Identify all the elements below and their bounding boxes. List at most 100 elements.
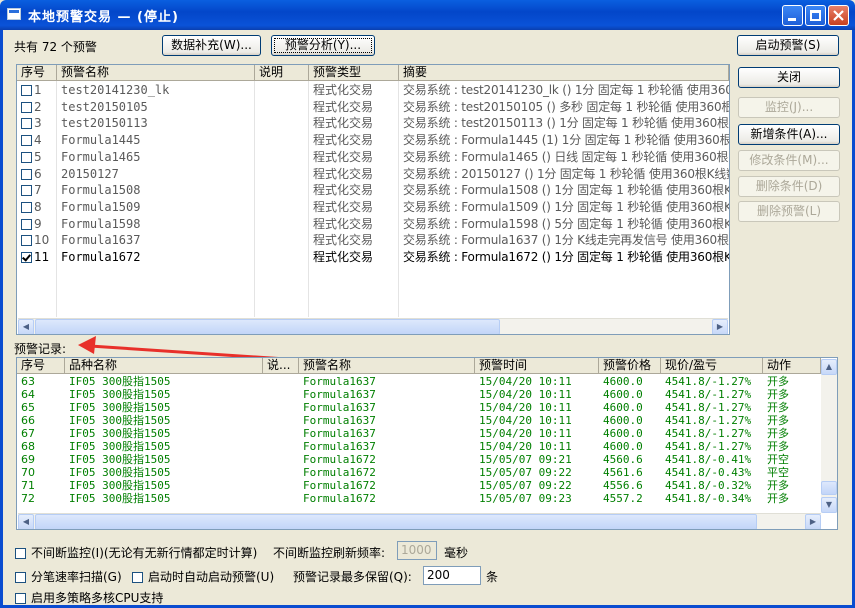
record-row[interactable]: 71 IF05 300股指1505 Formula1672 15/05/07 09:2… <box>17 479 820 492</box>
cell-desc <box>255 182 309 199</box>
row-checkbox[interactable] <box>21 185 32 197</box>
cell-name: test20141230_lk <box>61 83 170 97</box>
record-row[interactable]: 68 IF05 300股指1505 Formula1637 15/04/20 10:1… <box>17 440 820 453</box>
record-row[interactable]: 65 IF05 300股指1505 Formula1637 15/04/20 10:1… <box>17 401 820 414</box>
rec-header-id[interactable]: 序号 <box>17 358 65 374</box>
record-row[interactable]: 63 IF05 300股指1505 Formula1637 15/04/20 10:1… <box>17 375 820 388</box>
monitor-button[interactable]: 监控(J)... <box>738 97 840 118</box>
scroll-left-icon[interactable]: ◀ <box>18 319 34 334</box>
row-checkbox[interactable] <box>21 218 32 230</box>
record-cell-price: 4600.0 <box>603 426 643 440</box>
record-row[interactable]: 64 IF05 300股指1505 Formula1637 15/04/20 10:1… <box>17 388 820 401</box>
alerts-table[interactable]: 序号 预警名称 说明 预警类型 摘要 1 test20141230_lk 程式化交易… <box>16 64 730 335</box>
row-checkbox[interactable] <box>21 252 32 263</box>
multi-cpu-checkbox[interactable]: 启用多策略多核CPU支持 <box>15 589 163 606</box>
record-cell-action: 开多 <box>767 439 789 453</box>
record-cell-price: 4600.0 <box>603 375 643 388</box>
row-checkbox[interactable] <box>21 118 32 130</box>
cell-type: 程式化交易 <box>313 216 374 231</box>
data-supplement-button[interactable]: 数据补充(W)... <box>162 35 261 56</box>
delete-alert-button[interactable]: 删除预警(L) <box>738 201 840 222</box>
col-header-id[interactable]: 序号 <box>17 65 57 81</box>
scroll-thumb[interactable] <box>35 514 757 529</box>
col-header-desc[interactable]: 说明 <box>255 65 309 81</box>
record-cell-name: Formula1637 <box>303 387 376 401</box>
record-cell-product: IF05 300股指1505 <box>69 387 171 401</box>
rec-header-product[interactable]: 品种名称 <box>65 358 263 374</box>
col-header-summary[interactable]: 摘要 <box>399 65 729 81</box>
row-checkbox[interactable] <box>21 85 32 96</box>
table-row[interactable]: 9 Formula1598 程式化交易 交易系统 : Formula1598 () 5… <box>17 216 729 233</box>
table-row[interactable]: 4 Formula1445 程式化交易 交易系统 : Formula1445 (1) … <box>17 132 729 149</box>
table-row[interactable]: 5 Formula1465 程式化交易 交易系统 : Formula1465 () 日… <box>17 149 729 166</box>
row-checkbox[interactable] <box>21 101 32 113</box>
refresh-rate-input[interactable]: 1000 <box>397 541 437 560</box>
rec-header-name[interactable]: 预警名称 <box>299 358 475 374</box>
record-cell-name: Formula1672 <box>303 452 376 466</box>
scroll-right-icon[interactable]: ▶ <box>805 514 821 529</box>
table-row[interactable]: 2 test20150105 程式化交易 交易系统 : test20150105 ()… <box>17 99 729 116</box>
record-row[interactable]: 66 IF05 300股指1505 Formula1637 15/04/20 10:1… <box>17 414 820 427</box>
edit-condition-button[interactable]: 修改条件(M)... <box>738 150 840 171</box>
close-window-button[interactable] <box>828 5 849 26</box>
scroll-up-icon[interactable]: ▲ <box>821 359 837 375</box>
record-row[interactable]: 72 IF05 300股指1505 Formula1672 15/05/07 09:2… <box>17 492 820 505</box>
record-row[interactable]: 70 IF05 300股指1505 Formula1672 15/05/07 09:2… <box>17 466 820 479</box>
table-row[interactable]: 11 Formula1672 程式化交易 交易系统 : Formula1672 () … <box>17 249 729 266</box>
cell-type: 程式化交易 <box>313 250 374 264</box>
rec-header-action[interactable]: 动作 <box>763 358 821 374</box>
row-checkbox[interactable] <box>21 151 32 163</box>
col-header-name[interactable]: 预警名称 <box>57 65 255 81</box>
record-cell-name: Formula1637 <box>303 439 376 453</box>
rec-header-pnl[interactable]: 现价/盈亏 <box>661 358 763 374</box>
auto-start-checkbox[interactable]: 启动时自动启动预警(U) <box>132 568 274 585</box>
record-cell-pnl: 4541.8/-1.27% <box>665 413 752 427</box>
row-checkbox[interactable] <box>21 235 32 247</box>
table-row[interactable]: 10 Formula1637 程式化交易 交易系统 : Formula1637 () … <box>17 232 729 249</box>
checkbox-box[interactable] <box>15 572 26 583</box>
checkbox-box[interactable] <box>15 548 26 559</box>
record-row[interactable]: 69 IF05 300股指1505 Formula1672 15/05/07 09:2… <box>17 453 820 466</box>
table-row[interactable]: 7 Formula1508 程式化交易 交易系统 : Formula1508 () 1… <box>17 182 729 199</box>
table-row[interactable]: 1 test20141230_lk 程式化交易 交易系统 : test20141230… <box>17 82 729 99</box>
rec-header-desc[interactable]: 说... <box>263 358 299 374</box>
table-row[interactable]: 6 20150127 程式化交易 交易系统 : 20150127 () 1分 固定每 … <box>17 166 729 183</box>
cell-id: 2 <box>17 99 57 116</box>
alert-analysis-button[interactable]: 预警分析(Y)... <box>271 35 375 56</box>
col-header-type[interactable]: 预警类型 <box>309 65 399 81</box>
scroll-right-icon[interactable]: ▶ <box>712 319 728 334</box>
record-cell-price: 4600.0 <box>603 439 643 453</box>
scroll-down-icon[interactable]: ▼ <box>821 497 837 513</box>
delete-condition-button[interactable]: 删除条件(D) <box>738 176 840 197</box>
table-row[interactable]: 3 test20150113 程式化交易 交易系统 : test20150113 ()… <box>17 115 729 132</box>
rec-header-time[interactable]: 预警时间 <box>475 358 599 374</box>
title-bar[interactable]: 本地预警交易 — (停止) <box>0 0 855 30</box>
rec-header-price[interactable]: 预警价格 <box>599 358 661 374</box>
row-checkbox[interactable] <box>21 201 32 213</box>
maximize-button[interactable] <box>805 5 826 26</box>
scroll-thumb[interactable] <box>821 481 837 495</box>
checkbox-box[interactable] <box>15 593 26 604</box>
scroll-left-icon[interactable]: ◀ <box>18 514 34 529</box>
record-cell-id: 69 <box>21 452 35 466</box>
tick-scan-checkbox[interactable]: 分笔速率扫描(G) <box>15 568 122 585</box>
record-cell-time: 15/04/20 10:11 <box>479 375 572 388</box>
max-keep-input[interactable]: 200 <box>423 566 481 585</box>
record-cell-pnl: 4541.8/-0.43% <box>665 465 752 479</box>
add-condition-button[interactable]: 新增条件(A)... <box>738 124 840 145</box>
minimize-button[interactable] <box>782 5 803 26</box>
close-button[interactable]: 关闭 <box>738 67 840 88</box>
row-id: 1 <box>34 83 42 97</box>
checkbox-box[interactable] <box>132 572 143 583</box>
row-checkbox[interactable] <box>21 135 32 147</box>
records-vscrollbar[interactable]: ▲ ▼ <box>821 359 837 513</box>
row-checkbox[interactable] <box>21 168 32 180</box>
continuous-monitor-checkbox[interactable]: 不间断监控(I)(无论有无新行情都定时计算) <box>15 544 257 561</box>
records-table[interactable]: 序号 品种名称 说... 预警名称 预警时间 预警价格 现价/盈亏 动作 63 I… <box>16 357 838 530</box>
table-row[interactable]: 8 Formula1509 程式化交易 交易系统 : Formula1509 () 1… <box>17 199 729 216</box>
record-cell-desc <box>263 401 299 414</box>
records-hscrollbar[interactable]: ◀ ▶ <box>18 513 821 529</box>
cell-summary: 交易系统 : test20141230_lk () 1分 固定每 1 秒轮循 使… <box>403 83 729 97</box>
start-alert-button[interactable]: 启动预警(S) <box>737 35 839 56</box>
record-row[interactable]: 67 IF05 300股指1505 Formula1637 15/04/20 10:1… <box>17 427 820 440</box>
